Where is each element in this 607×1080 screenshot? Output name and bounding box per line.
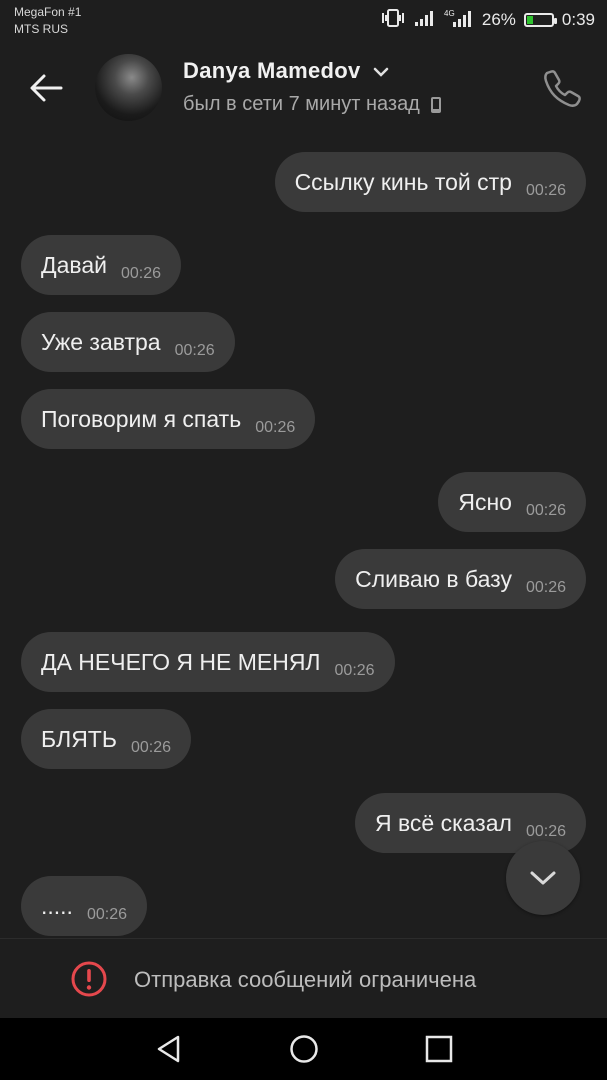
message-time: 00:26 xyxy=(255,419,296,436)
mobile-device-icon xyxy=(430,96,441,113)
nav-home-button[interactable] xyxy=(289,1034,319,1064)
nav-back-icon xyxy=(157,1035,180,1063)
message-time: 00:26 xyxy=(525,823,566,840)
presence-status: был в сети 7 минут назад xyxy=(183,93,442,116)
message-time: 00:26 xyxy=(86,906,127,923)
message-incoming[interactable]: Давай 00:26 xyxy=(21,235,182,295)
contact-name-text: Danya Mamedov xyxy=(183,58,361,83)
message-time: 00:26 xyxy=(120,265,162,282)
clock: 0:39 xyxy=(561,10,595,29)
message-text: ДА НЕЧЕГО Я НЕ МЕНЯЛ xyxy=(41,648,321,675)
message-time: 00:26 xyxy=(174,342,215,359)
message-incoming[interactable]: Поговорим я спать 00:26 xyxy=(21,389,316,449)
message-time: 00:26 xyxy=(334,662,375,679)
message-incoming[interactable]: ..... 00:26 xyxy=(21,876,147,936)
message-time: 00:26 xyxy=(130,739,171,756)
vibrate-icon xyxy=(380,8,406,33)
svg-text:4G: 4G xyxy=(444,9,455,18)
presence-text: был в сети 7 минут назад xyxy=(183,93,420,115)
contact-name[interactable]: Danya Mamedov xyxy=(183,58,389,84)
message-text: БЛЯТЬ xyxy=(41,725,117,752)
message-text: Давай xyxy=(41,251,107,278)
message-text: Уже завтра xyxy=(41,328,161,355)
avatar[interactable] xyxy=(95,54,162,121)
battery-percent: 26% xyxy=(481,10,516,29)
message-outgoing[interactable]: Ясно 00:26 xyxy=(438,472,586,532)
chevron-down-icon xyxy=(530,871,556,885)
nav-recents-button[interactable] xyxy=(424,1034,454,1064)
restriction-text: Отправка сообщений ограничена xyxy=(134,967,477,992)
back-arrow-icon xyxy=(30,74,63,102)
message-text: ..... xyxy=(41,892,73,919)
warning-icon xyxy=(71,961,107,997)
nav-home-icon xyxy=(290,1035,318,1063)
signal-icon xyxy=(414,9,436,32)
message-time: 00:26 xyxy=(525,579,566,596)
message-time: 00:26 xyxy=(525,182,566,199)
system-navigation-bar xyxy=(0,1018,607,1080)
message-incoming[interactable]: БЛЯТЬ 00:26 xyxy=(21,709,191,769)
message-outgoing[interactable]: Ссылку кинь той стр 00:26 xyxy=(274,152,586,212)
carrier-secondary: MTS RUS xyxy=(14,22,68,36)
message-text: Ясно xyxy=(458,488,512,515)
phone-icon xyxy=(544,70,581,107)
message-time: 00:26 xyxy=(525,502,566,519)
call-button[interactable] xyxy=(540,66,584,110)
status-icons: 4G 26% 0:39 xyxy=(380,8,595,32)
message-outgoing[interactable]: Сливаю в базу 00:26 xyxy=(335,549,586,609)
scroll-down-button[interactable] xyxy=(506,841,580,915)
carrier-primary: MegaFon #1 xyxy=(14,5,82,19)
message-incoming[interactable]: Уже завтра 00:26 xyxy=(21,312,235,372)
restriction-bar: Отправка сообщений ограничена xyxy=(0,938,607,1019)
battery-icon xyxy=(523,13,557,27)
nav-back-button[interactable] xyxy=(154,1034,184,1064)
message-text: Я всё сказал xyxy=(374,809,512,836)
status-bar: MegaFon #1 MTS RUS 4G 26% 0:39 xyxy=(0,0,607,42)
message-text: Поговорим я спать xyxy=(41,405,242,432)
nav-recents-icon xyxy=(425,1035,453,1063)
message-text: Ссылку кинь той стр xyxy=(294,168,512,195)
chat-header: Danya Mamedov был в сети 7 минут назад xyxy=(0,42,607,136)
signal-4g-icon: 4G xyxy=(444,8,474,33)
chevron-down-icon xyxy=(373,67,389,77)
message-incoming[interactable]: ДА НЕЧЕГО Я НЕ МЕНЯЛ 00:26 xyxy=(21,632,395,692)
back-button[interactable] xyxy=(28,70,64,106)
message-text: Сливаю в базу xyxy=(355,565,512,592)
